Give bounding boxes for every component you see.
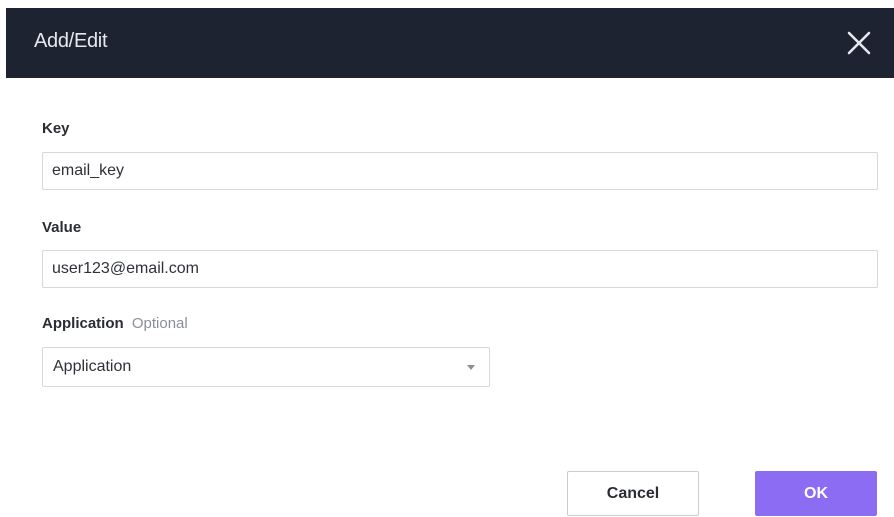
value-input[interactable] bbox=[42, 250, 878, 288]
value-label: Value bbox=[42, 219, 82, 236]
chevron-down-icon bbox=[467, 365, 475, 370]
dialog-header: Add/Edit bbox=[6, 8, 894, 78]
close-icon bbox=[847, 31, 871, 55]
close-button[interactable] bbox=[846, 30, 872, 56]
dialog-title: Add/Edit bbox=[34, 30, 108, 52]
ok-button[interactable]: OK bbox=[755, 471, 877, 516]
cancel-button[interactable]: Cancel bbox=[567, 471, 699, 516]
optional-hint: Optional bbox=[131, 315, 188, 332]
add-edit-dialog: Add/Edit Key Value Application Optional … bbox=[6, 8, 894, 517]
application-select-value: Application bbox=[53, 358, 132, 375]
key-input[interactable] bbox=[42, 152, 878, 190]
application-label-text: Application bbox=[42, 315, 124, 332]
application-select[interactable]: Application bbox=[42, 347, 490, 387]
application-label: Application Optional bbox=[42, 315, 188, 332]
key-label: Key bbox=[42, 120, 70, 137]
